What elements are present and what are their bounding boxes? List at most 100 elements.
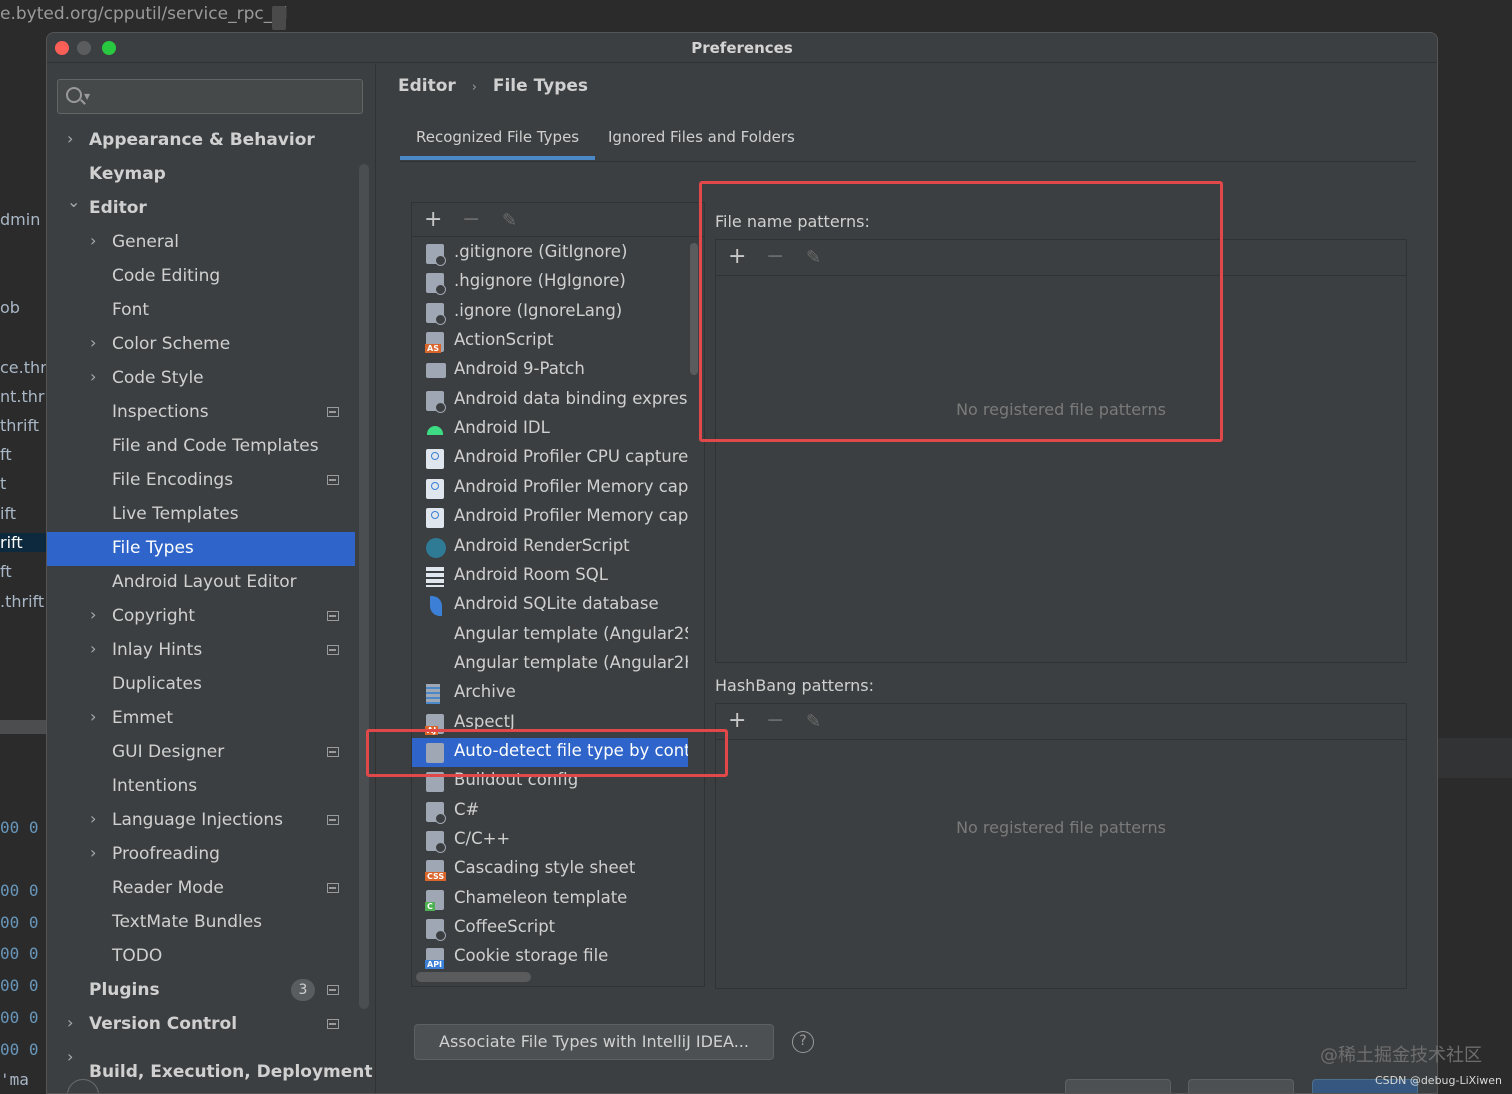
file-type-row[interactable]: Android Room SQL xyxy=(412,562,688,591)
search-options-chevron-icon[interactable]: ▼ xyxy=(84,92,90,101)
file-type-row[interactable]: C Chameleon template xyxy=(412,885,688,914)
sidebar-item-label: Build, Execution, Deployment xyxy=(89,1062,373,1082)
background-band xyxy=(1438,738,1512,778)
sidebar-item-font[interactable]: Font xyxy=(47,294,355,328)
chevron-right-icon[interactable]: › xyxy=(90,809,96,828)
sidebar-item-label: Duplicates xyxy=(112,674,202,694)
file-type-row[interactable]: Android RenderScript xyxy=(412,533,688,562)
file-type-row[interactable]: .gitignore (GitIgnore) xyxy=(412,239,688,268)
sidebar-item-appearance-behavior[interactable]: › Appearance & Behavior xyxy=(47,124,355,158)
background-code-line: 00 0 xyxy=(0,1008,39,1027)
background-code-line: 'ma xyxy=(0,1070,29,1089)
chevron-right-icon[interactable]: › xyxy=(67,1047,73,1066)
file-type-row[interactable]: .hgignore (HgIgnore) xyxy=(412,268,688,297)
file-type-row[interactable]: C/C++ xyxy=(412,826,688,855)
file-type-row[interactable]: Android 9-Patch xyxy=(412,356,688,385)
file-type-row[interactable]: CSS Cascading style sheet xyxy=(412,855,688,884)
file-type-name: Android Room SQL xyxy=(454,564,608,584)
chevron-right-icon[interactable]: › xyxy=(90,707,96,726)
sidebar-item-copyright[interactable]: › Copyright xyxy=(47,600,355,634)
tab-bar: Recognized File Types Ignored Files and … xyxy=(399,124,1416,162)
apply-button[interactable] xyxy=(1188,1079,1294,1093)
file-type-row[interactable]: Android SQLite database xyxy=(412,591,688,620)
sidebar-item-code-style[interactable]: › Code Style xyxy=(47,362,355,396)
table-file-type-icon xyxy=(426,566,444,587)
background-text-line: nt.thri xyxy=(0,387,46,406)
file-type-row[interactable]: Android Profiler Memory capt xyxy=(412,503,688,532)
sidebar-item-live-templates[interactable]: Live Templates xyxy=(47,498,355,532)
add-hashbang-button[interactable]: + xyxy=(728,708,746,733)
file-types-horizontal-scrollbar[interactable] xyxy=(416,972,531,982)
file-type-row[interactable]: Android Profiler CPU capture xyxy=(412,444,688,473)
file-type-name: .ignore (IgnoreLang) xyxy=(454,300,623,320)
sidebar-item-build-execution-deployment[interactable]: › Build, Execution, Deployment xyxy=(47,1042,373,1082)
sidebar-item-label: File Encodings xyxy=(112,470,234,490)
sidebar-item-label: TextMate Bundles xyxy=(112,912,263,932)
file-type-row[interactable]: Android Profiler Memory capt xyxy=(412,474,688,503)
file-type-name: CoffeeScript xyxy=(454,917,556,937)
sidebar-item-inspections[interactable]: Inspections xyxy=(47,396,355,430)
tab-recognized-file-types[interactable]: Recognized File Types xyxy=(399,128,596,160)
file-type-row[interactable]: Android IDL xyxy=(412,415,688,444)
doc-file-type-icon xyxy=(426,390,446,413)
sidebar-item-inlay-hints[interactable]: › Inlay Hints xyxy=(47,634,355,668)
file-type-row[interactable]: CoffeeScript xyxy=(412,914,688,943)
edit-file-type-button[interactable]: ✎ xyxy=(502,210,517,231)
chevron-right-icon[interactable]: › xyxy=(90,843,96,862)
file-type-tag: AS xyxy=(425,344,441,354)
sidebar-item-todo[interactable]: TODO xyxy=(47,940,355,974)
file-types-vertical-scrollbar[interactable] xyxy=(690,243,698,375)
background-code-line: 00 0 xyxy=(0,913,39,932)
sidebar-item-editor[interactable]: ⌄ Editor xyxy=(47,192,355,226)
file-type-row[interactable]: Archive xyxy=(412,679,688,708)
sidebar-item-color-scheme[interactable]: › Color Scheme xyxy=(47,328,355,362)
sidebar-scrollbar[interactable] xyxy=(359,164,369,1009)
tab-ignored-files-and-folders[interactable]: Ignored Files and Folders xyxy=(608,128,795,146)
sidebar-item-reader-mode[interactable]: Reader Mode xyxy=(47,872,355,906)
cancel-button[interactable] xyxy=(1065,1079,1171,1093)
breadcrumb-parent[interactable]: Editor xyxy=(398,76,456,96)
sidebar-item-file-and-code-templates[interactable]: File and Code Templates xyxy=(47,430,355,464)
sidebar-item-file-encodings[interactable]: File Encodings xyxy=(47,464,355,498)
chevron-right-icon[interactable]: › xyxy=(67,129,73,148)
chevron-right-icon[interactable]: › xyxy=(90,605,96,624)
chevron-right-icon[interactable]: › xyxy=(90,639,96,658)
file-type-row[interactable]: C# xyxy=(412,797,688,826)
sidebar-item-version-control[interactable]: › Version Control xyxy=(47,1008,355,1042)
file-type-row[interactable]: Angular template (Angular2S xyxy=(412,621,688,650)
chevron-right-icon[interactable]: › xyxy=(67,1013,73,1032)
remove-hashbang-button[interactable]: − xyxy=(766,708,784,733)
chevron-right-icon[interactable]: › xyxy=(90,367,96,386)
sidebar-item-proofreading[interactable]: › Proofreading xyxy=(47,838,355,872)
sidebar-item-intentions[interactable]: Intentions xyxy=(47,770,355,804)
sidebar-item-language-injections[interactable]: › Language Injections xyxy=(47,804,355,838)
file-type-row[interactable]: API Cookie storage file xyxy=(412,943,688,969)
sidebar-item-general[interactable]: › General xyxy=(47,226,355,260)
help-icon[interactable]: ? xyxy=(792,1031,814,1053)
file-type-row[interactable]: .ignore (IgnoreLang) xyxy=(412,298,688,327)
sidebar-item-file-types[interactable]: File Types xyxy=(47,532,355,566)
sidebar-item-keymap[interactable]: Keymap xyxy=(47,158,355,192)
sidebar-item-plugins[interactable]: Plugins 3 xyxy=(47,974,355,1008)
background-editor-right xyxy=(1438,30,1512,1094)
sidebar-item-emmet[interactable]: › Emmet xyxy=(47,702,355,736)
add-file-type-button[interactable]: + xyxy=(424,207,442,232)
associate-file-types-button[interactable]: Associate File Types with IntelliJ IDEA.… xyxy=(414,1024,774,1060)
file-types-toolbar: + − ✎ xyxy=(412,203,704,237)
sidebar-item-code-editing[interactable]: Code Editing xyxy=(47,260,355,294)
sidebar-item-gui-designer[interactable]: GUI Designer xyxy=(47,736,355,770)
chevron-right-icon[interactable]: › xyxy=(90,333,96,352)
file-type-row[interactable]: AS ActionScript xyxy=(412,327,688,356)
highlight-box-auto-detect xyxy=(366,729,728,777)
file-type-row[interactable]: Android data binding express xyxy=(412,386,688,415)
chevron-right-icon[interactable]: › xyxy=(90,231,96,250)
sidebar-item-textmate-bundles[interactable]: TextMate Bundles xyxy=(47,906,355,940)
sidebar-item-duplicates[interactable]: Duplicates xyxy=(47,668,355,702)
file-type-row[interactable]: Angular template (Angular2H xyxy=(412,650,688,679)
edit-hashbang-button[interactable]: ✎ xyxy=(806,711,821,732)
sidebar-item-android-layout-editor[interactable]: Android Layout Editor xyxy=(47,566,355,600)
background-text-line: ft xyxy=(0,445,12,464)
chevron-down-icon[interactable]: ⌄ xyxy=(67,192,80,211)
settings-search-input[interactable]: ▼ xyxy=(57,79,363,114)
remove-file-type-button[interactable]: − xyxy=(462,207,480,232)
